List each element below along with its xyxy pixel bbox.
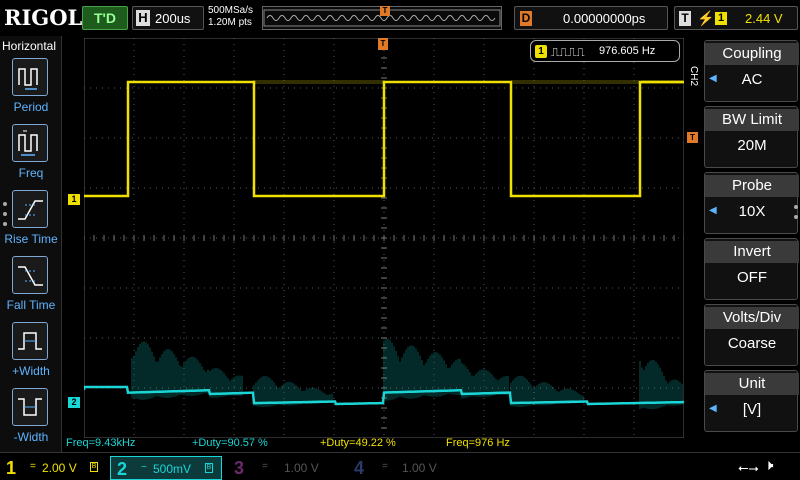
- ch2-menu-tag: CH2: [688, 66, 699, 87]
- usb-icon: ⭠⭢: [738, 460, 759, 475]
- counter-channel: 1: [535, 45, 547, 58]
- fall-time-icon: [12, 256, 48, 294]
- measure-rise-time-button[interactable]: Rise Time: [0, 190, 62, 256]
- ch1-scale: 2.00 V: [42, 461, 77, 475]
- unit-title: Unit: [705, 373, 799, 395]
- coupling-title: Coupling: [705, 43, 799, 65]
- timebase-indicator[interactable]: H 200us: [132, 6, 204, 30]
- bw-limit-title: BW Limit: [705, 109, 799, 131]
- measurement-ch1-duty: +Duty=49.22 %: [320, 437, 396, 449]
- measure-rise-time-label: Rise Time: [4, 232, 58, 246]
- measure-period-label: Period: [13, 100, 49, 114]
- measure-menu: Horizontal Period Freq Rise Time Fall Ti…: [0, 36, 62, 452]
- measure-menu-title: Horizontal: [2, 39, 57, 53]
- invert-button[interactable]: Invert OFF: [704, 238, 799, 300]
- ch2-bw-limit-icon: B: [205, 463, 213, 473]
- delay-indicator[interactable]: D 0.00000000ps: [514, 6, 668, 30]
- measurement-ch2-freq: Freq=9.43kHz: [66, 437, 136, 449]
- ch3-coupling-icon: =: [262, 461, 268, 472]
- channel-menu: Coupling ◀ AC BW Limit 20M Probe ◀ 10X I…: [700, 36, 800, 452]
- trigger-time-marker[interactable]: T: [378, 38, 388, 50]
- ch1-coupling-icon: =: [30, 461, 36, 472]
- bw-limit-button[interactable]: BW Limit 20M: [704, 106, 799, 168]
- measure-freq-button[interactable]: Freq: [0, 124, 62, 190]
- measure-negative-width-label: -Width: [13, 430, 49, 444]
- timebase-value: 200us: [155, 11, 191, 26]
- volts-div-value: Coarse: [727, 335, 777, 352]
- trigger-source: 1: [715, 12, 727, 25]
- trigger-indicator[interactable]: T ⚡ 1 2.44 V: [674, 6, 798, 30]
- probe-button[interactable]: Probe ◀ 10X: [704, 172, 799, 234]
- probe-value: 10X: [738, 203, 766, 220]
- pulse-train-icon: ⎍⎍⎍⎍: [551, 45, 585, 59]
- ch1-trace: [84, 80, 684, 198]
- measure-negative-width-button[interactable]: -Width: [0, 388, 62, 454]
- acquisition-info: 500MSa/s 1.20M pts: [208, 5, 253, 29]
- measure-positive-width-label: +Width: [12, 364, 50, 378]
- ch3-number: 3: [233, 458, 244, 478]
- ch4-status[interactable]: 4 = 1.00 V: [348, 456, 458, 480]
- memory-depth: 1.20M pts: [208, 17, 252, 28]
- right-menu-page-dots[interactable]: [794, 205, 798, 225]
- top-status-bar: RIGOL T'D H 200us 500MSa/s 1.20M pts T D…: [0, 0, 800, 36]
- bw-limit-value: 20M: [737, 137, 767, 154]
- ch1-number: 1: [5, 458, 16, 478]
- trigger-badge: T: [679, 11, 691, 26]
- channel-status-bar: 1 = 2.00 V B 2 ~ 500mV B 3 = 1.00 V 4 = …: [0, 452, 800, 480]
- trigger-level-marker[interactable]: T: [687, 132, 698, 143]
- counter-value: 976.605 Hz: [599, 45, 656, 57]
- volts-div-title: Volts/Div: [705, 307, 799, 329]
- rising-edge-icon: ⚡: [697, 10, 715, 26]
- ch2-waveform: [84, 338, 684, 410]
- period-icon: [12, 58, 48, 96]
- graticule: [84, 38, 684, 438]
- probe-title: Probe: [705, 175, 799, 197]
- unit-button[interactable]: Unit ◀ [V]: [704, 370, 799, 432]
- ch3-status[interactable]: 3 = 1.00 V: [228, 456, 338, 480]
- ch4-scale: 1.00 V: [402, 461, 437, 475]
- rise-time-icon: [12, 190, 48, 228]
- ch1-bw-limit-icon: B: [90, 462, 98, 472]
- trigger-level: 2.44 V: [745, 11, 783, 26]
- ch2-status[interactable]: 2 ~ 500mV B: [110, 456, 222, 480]
- ch4-number: 4: [353, 458, 364, 478]
- ch1-status[interactable]: 1 = 2.00 V B: [0, 456, 110, 480]
- freq-icon: [12, 124, 48, 162]
- menu-page-dots[interactable]: [3, 202, 7, 232]
- volts-div-button[interactable]: Volts/Div Coarse: [704, 304, 799, 366]
- invert-title: Invert: [705, 241, 799, 263]
- ch2-scale: 500mV: [153, 462, 192, 476]
- waveform-display[interactable]: [62, 36, 698, 452]
- unit-value: [V]: [742, 401, 762, 418]
- coupling-button[interactable]: Coupling ◀ AC: [704, 40, 799, 102]
- measure-fall-time-button[interactable]: Fall Time: [0, 256, 62, 322]
- speaker-muted-icon[interactable]: 🕨: [764, 457, 773, 474]
- trigger-position-marker: T: [380, 6, 390, 16]
- measurement-ch1-freq: Freq=976 Hz: [446, 437, 510, 449]
- measure-positive-width-button[interactable]: +Width: [0, 322, 62, 388]
- coupling-value: AC: [741, 71, 763, 88]
- delay-badge: D: [520, 11, 532, 26]
- ch3-scale: 1.00 V: [284, 461, 319, 475]
- horizontal-badge: H: [136, 10, 150, 26]
- delay-value: 0.00000000ps: [563, 11, 646, 26]
- run-stop-state[interactable]: T'D: [82, 6, 128, 30]
- ch2-number: 2: [116, 459, 127, 479]
- measure-fall-time-label: Fall Time: [6, 298, 56, 312]
- ch1-offset-marker[interactable]: 1: [68, 194, 80, 205]
- sample-rate: 500MSa/s: [208, 5, 254, 16]
- measure-period-button[interactable]: Period: [0, 58, 62, 124]
- rigol-logo: RIGOL: [4, 5, 83, 30]
- ch2-offset-marker[interactable]: 2: [68, 397, 80, 408]
- frequency-counter: 1 ⎍⎍⎍⎍ 976.605 Hz: [530, 40, 680, 62]
- negative-width-icon: [12, 388, 48, 426]
- invert-value: OFF: [737, 269, 767, 286]
- ch4-coupling-icon: =: [382, 461, 388, 472]
- measure-freq-label: Freq: [18, 166, 44, 180]
- measurement-ch2-duty: +Duty=90.57 %: [192, 437, 268, 449]
- positive-width-icon: [12, 322, 48, 360]
- ch2-coupling-icon: ~: [141, 462, 147, 473]
